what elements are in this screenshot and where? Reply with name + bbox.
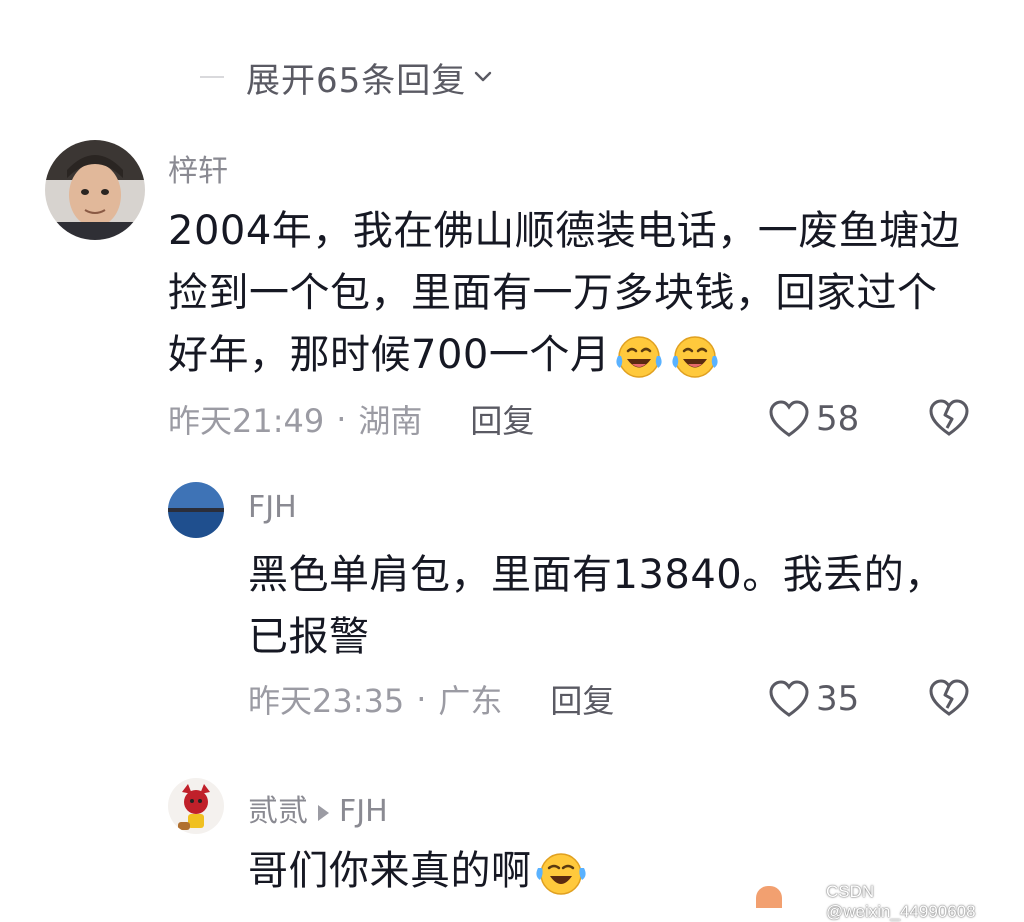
like-button[interactable]: 58 bbox=[768, 396, 859, 442]
comment-meta: 昨天23:35 · 广东 回复 bbox=[248, 676, 614, 722]
avatar-photo bbox=[168, 482, 224, 538]
avatar-cartoon bbox=[168, 778, 224, 834]
broken-heart-icon[interactable] bbox=[928, 398, 970, 438]
meta-separator: · bbox=[416, 680, 427, 718]
comment-meta: 昨天21:49 · 湖南 回复 bbox=[168, 396, 534, 442]
heart-icon bbox=[769, 680, 809, 717]
expand-replies-button[interactable]: 展开65条回复 bbox=[200, 52, 492, 102]
comment-line: 已报警 bbox=[248, 614, 370, 660]
comment-line-text: 好年，那时候700一个月 bbox=[168, 332, 611, 378]
reply-header: 贰贰 FJH bbox=[248, 786, 388, 830]
reply-arrow-icon bbox=[318, 804, 329, 821]
avatar[interactable] bbox=[45, 140, 145, 240]
cropped-emoji-fragment bbox=[756, 886, 782, 908]
like-count: 58 bbox=[816, 399, 860, 439]
comment-text: 哥们你来真的啊 bbox=[248, 840, 588, 902]
watermark: CSDN @weixin_44990608 bbox=[826, 882, 976, 921]
avatar-photo bbox=[45, 140, 145, 240]
username[interactable]: FJH bbox=[248, 490, 297, 525]
comment-text: 黑色单肩包，里面有13840。我丢的， 已报警 bbox=[248, 544, 1008, 668]
timestamp: 昨天21:49 bbox=[168, 402, 325, 440]
reply-button[interactable]: 回复 bbox=[470, 396, 534, 442]
broken-heart-icon[interactable] bbox=[928, 678, 970, 718]
like-button[interactable]: 35 bbox=[768, 676, 859, 722]
avatar[interactable] bbox=[168, 482, 224, 538]
meta-separator: · bbox=[336, 400, 347, 438]
comment-line: 哥们你来真的啊 bbox=[248, 848, 532, 894]
divider-line bbox=[200, 76, 224, 78]
comment-line: 2004年，我在佛山顺德装电话，一废鱼塘边 bbox=[168, 208, 961, 254]
location: 湖南 bbox=[358, 402, 423, 440]
laughing-tears-emoji bbox=[672, 336, 718, 378]
location: 广东 bbox=[438, 682, 503, 720]
chevron-down-icon bbox=[475, 71, 492, 82]
comment-text: 2004年，我在佛山顺德装电话，一废鱼塘边 捡到一个包，里面有一万多块钱，回家过… bbox=[168, 200, 998, 386]
expand-replies-label: 展开65条回复 bbox=[246, 60, 467, 101]
reply-button[interactable]: 回复 bbox=[550, 676, 614, 722]
comment-line: 好年，那时候700一个月 bbox=[168, 324, 998, 386]
heart-icon bbox=[769, 400, 809, 437]
like-count: 35 bbox=[816, 679, 860, 719]
username[interactable]: 梓轩 bbox=[168, 146, 228, 190]
comment-line: 捡到一个包，里面有一万多块钱，回家过个 bbox=[168, 270, 938, 316]
reply-to-username[interactable]: FJH bbox=[339, 794, 388, 829]
comment-line: 黑色单肩包，里面有13840。我丢的， bbox=[248, 552, 945, 598]
laughing-tears-emoji bbox=[616, 336, 662, 378]
avatar[interactable] bbox=[168, 778, 224, 834]
tears-of-joy-emoji bbox=[535, 853, 586, 895]
timestamp: 昨天23:35 bbox=[248, 682, 405, 720]
username[interactable]: 贰贰 bbox=[248, 794, 308, 829]
